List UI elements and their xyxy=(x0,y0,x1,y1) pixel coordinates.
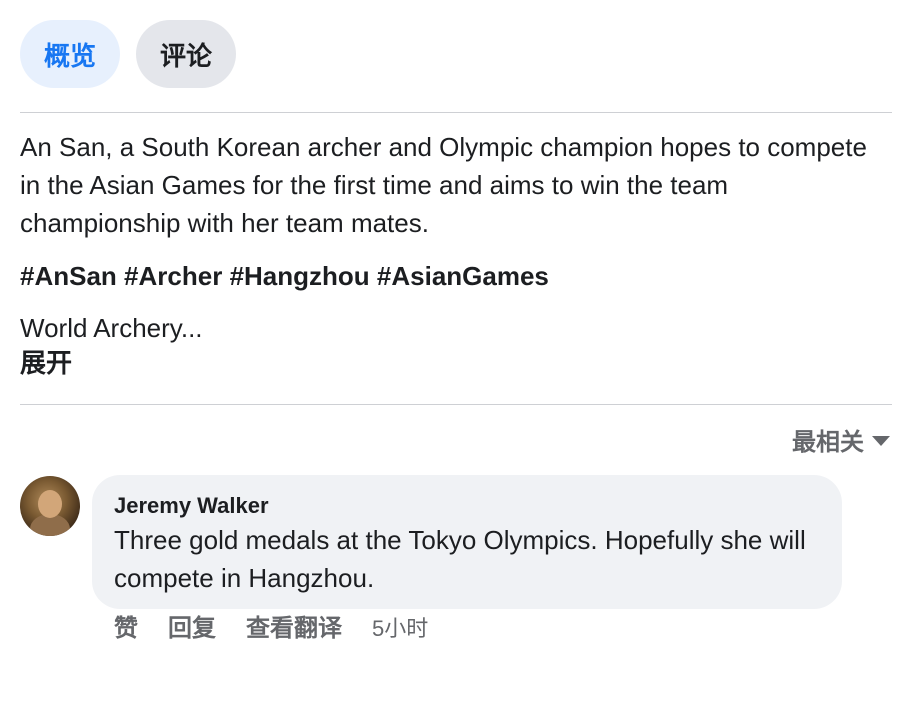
hashtag-ansan[interactable]: #AnSan xyxy=(20,261,117,291)
hashtag-archer[interactable]: #Archer xyxy=(124,261,222,291)
comment-timestamp[interactable]: 5小时 xyxy=(372,612,428,646)
hashtag-hangzhou[interactable]: #Hangzhou xyxy=(230,261,370,291)
sort-label: 最相关 xyxy=(792,429,864,456)
hashtag-asiangames[interactable]: #AsianGames xyxy=(377,261,549,291)
truncated-text: World Archery... xyxy=(20,313,203,343)
comment-text: Three gold medals at the Tokyo Olympics.… xyxy=(114,525,806,593)
tab-comments[interactable]: 评论 xyxy=(136,20,236,88)
like-button[interactable]: 赞 xyxy=(114,612,138,646)
comment-actions: 赞 回复 查看翻译 5小时 xyxy=(114,612,428,646)
divider-top xyxy=(20,112,892,113)
caret-down-icon xyxy=(872,435,890,446)
tab-bar: 概览 评论 xyxy=(20,20,236,88)
comment-author[interactable]: Jeremy Walker xyxy=(114,493,820,519)
see-translation-button[interactable]: 查看翻译 xyxy=(246,612,342,646)
comment-sort-dropdown[interactable]: 最相关 xyxy=(792,422,890,457)
comment-bubble: Jeremy Walker Three gold medals at the T… xyxy=(92,475,842,609)
post-description: An San, a South Korean archer and Olympi… xyxy=(20,132,867,238)
hashtag-list: #AnSan #Archer #Hangzhou #AsianGames xyxy=(20,258,549,294)
tab-overview[interactable]: 概览 xyxy=(20,20,120,88)
avatar-face xyxy=(38,490,62,518)
avatar[interactable] xyxy=(20,476,80,536)
divider-bottom xyxy=(20,404,892,405)
expand-button[interactable]: 展开 xyxy=(20,346,72,380)
reply-button[interactable]: 回复 xyxy=(168,612,216,646)
